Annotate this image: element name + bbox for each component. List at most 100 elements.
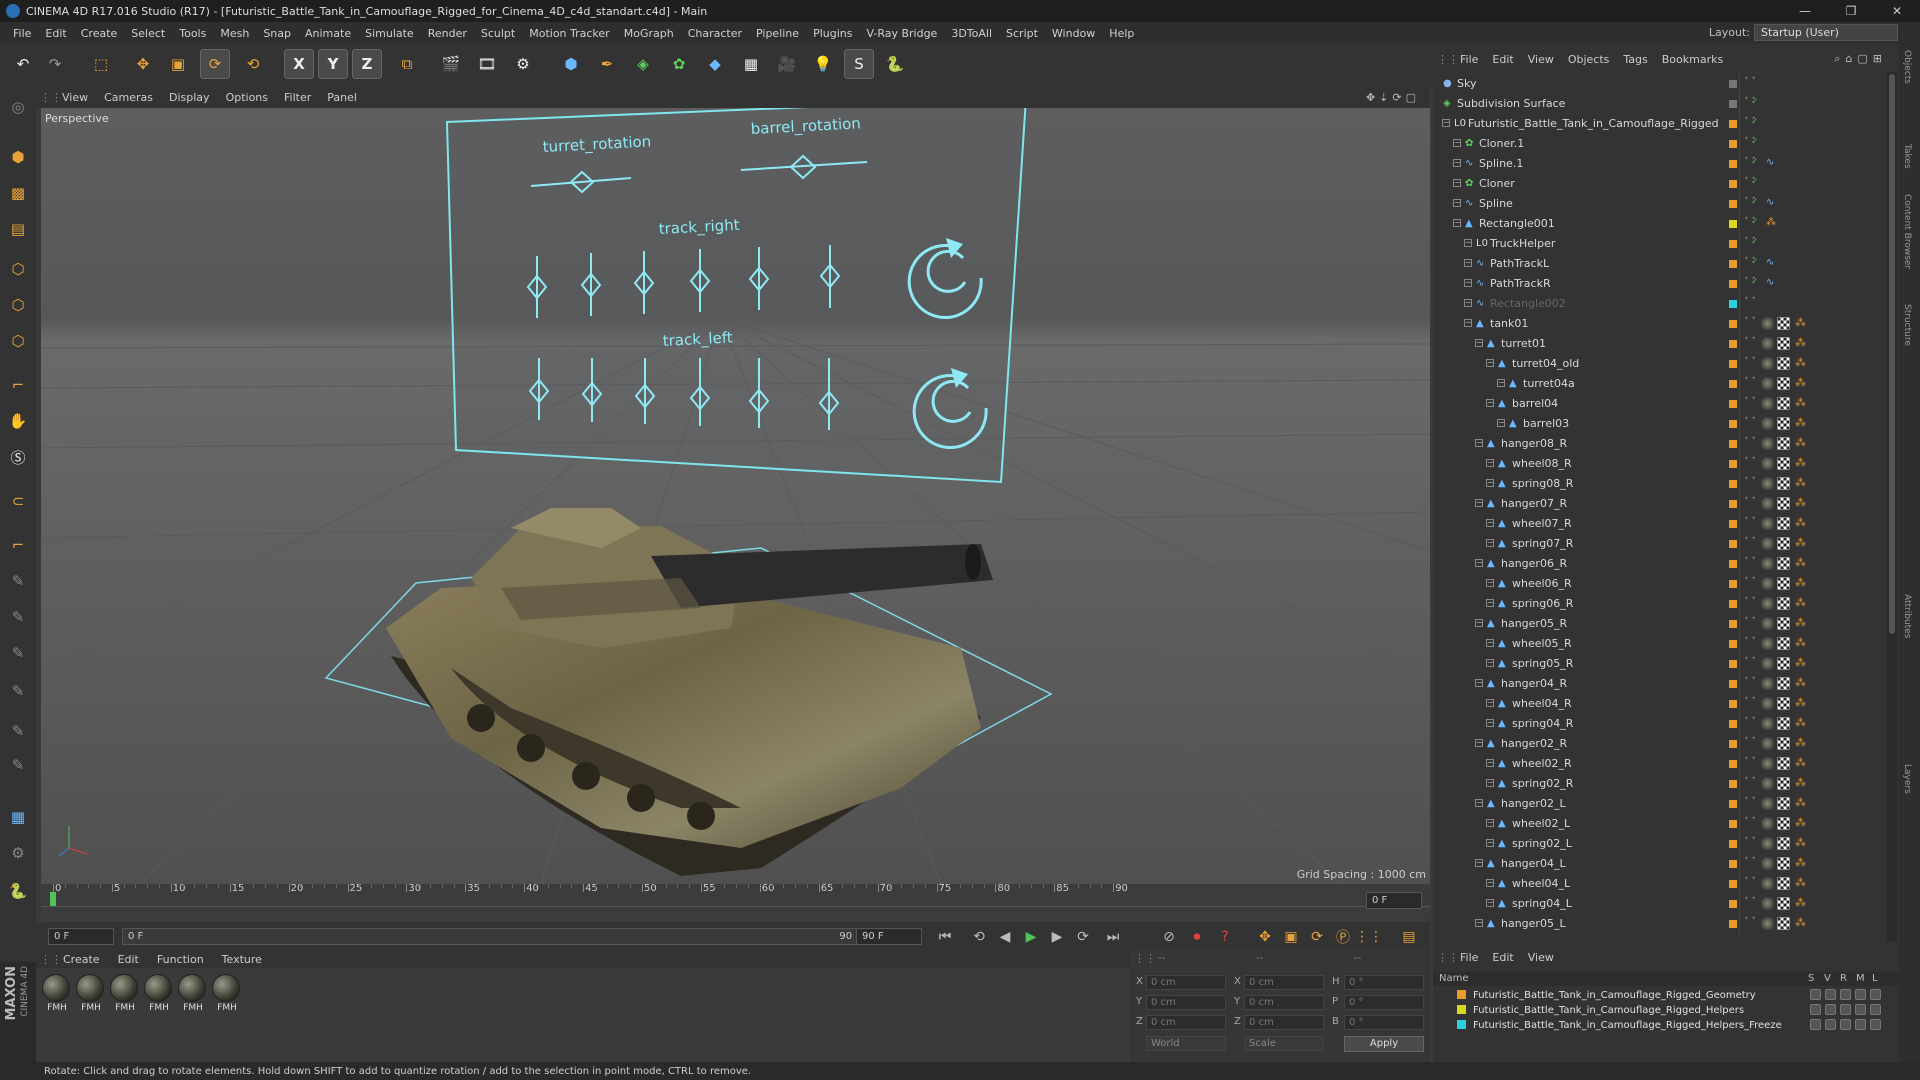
enabled-check-icon[interactable]: ✓ <box>1751 177 1759 187</box>
object-name[interactable]: spring04_L <box>1512 897 1572 910</box>
material-tag-icon[interactable] <box>1761 837 1774 850</box>
expand-toggle-icon[interactable]: − <box>1486 899 1494 907</box>
object-name[interactable]: wheel02_L <box>1512 817 1570 830</box>
layer-view-toggle[interactable] <box>1825 1004 1836 1015</box>
object-menu-objects[interactable]: Objects <box>1561 53 1617 66</box>
material-tag-icon[interactable] <box>1761 577 1774 590</box>
layer-color-chip[interactable] <box>1729 920 1737 928</box>
expand-toggle-icon[interactable]: − <box>1486 839 1494 847</box>
object-name[interactable]: hanger04_L <box>1501 857 1566 870</box>
layer-manager-toggle[interactable] <box>1855 989 1866 1000</box>
selection-tag-icon[interactable]: ⁂ <box>1795 376 1806 389</box>
visibility-dots-icon[interactable]: • • <box>1744 434 1756 443</box>
key-scale-icon[interactable]: ▣ <box>1280 926 1302 948</box>
expand-toggle-icon[interactable]: − <box>1486 759 1494 767</box>
layer-color-chip[interactable] <box>1729 260 1737 268</box>
texture-tag-icon[interactable] <box>1777 677 1790 690</box>
expand-toggle-icon[interactable]: − <box>1486 479 1494 487</box>
menu-create[interactable]: Create <box>74 27 125 40</box>
timeline-window-icon[interactable]: ▤ <box>1398 926 1420 948</box>
object-name[interactable]: Futuristic_Battle_Tank_in_Camouflage_Rig… <box>1468 117 1719 130</box>
layer-color-chip[interactable] <box>1729 200 1737 208</box>
layer-color-chip[interactable] <box>1729 500 1737 508</box>
texture-tag-icon[interactable] <box>1777 597 1790 610</box>
object-row[interactable]: − ∿ Rectangle002 • • <box>1433 294 1887 314</box>
rotate-icon[interactable]: ⟳ <box>200 49 230 79</box>
material-menu-texture[interactable]: Texture <box>213 953 271 966</box>
layer-color-chip[interactable] <box>1729 880 1737 888</box>
layer-render-toggle[interactable] <box>1840 989 1851 1000</box>
selection-tag-icon[interactable]: ⁂ <box>1795 616 1806 629</box>
layer-color-chip[interactable] <box>1729 780 1737 788</box>
menu-tools[interactable]: Tools <box>172 27 213 40</box>
object-row[interactable]: − ▲ spring04_L • • ⁂ <box>1433 894 1887 914</box>
object-row[interactable]: − ▲ hanger05_L • • ⁂ <box>1433 914 1887 934</box>
visibility-dots-icon[interactable]: • • <box>1744 714 1756 723</box>
visibility-dots-icon[interactable]: • • <box>1744 754 1756 763</box>
texture-tag-icon[interactable] <box>1777 317 1790 330</box>
selection-tag-icon[interactable]: ⁂ <box>1795 316 1806 329</box>
expand-toggle-icon[interactable]: − <box>1486 719 1494 727</box>
object-row[interactable]: − ▲ spring08_R • • ⁂ <box>1433 474 1887 494</box>
expand-toggle-icon[interactable]: − <box>1453 219 1461 227</box>
layer-name[interactable]: Futuristic_Battle_Tank_in_Camouflage_Rig… <box>1473 1020 1782 1031</box>
coord-pos-field[interactable]: 0 cm <box>1146 1015 1226 1030</box>
object-list-scroll-thumb[interactable] <box>1889 74 1895 634</box>
expand-toggle-icon[interactable]: − <box>1486 539 1494 547</box>
expand-toggle-icon[interactable]: − <box>1486 579 1494 587</box>
expand-toggle-icon[interactable]: − <box>1464 259 1472 267</box>
spline-tag-icon[interactable]: ∿ <box>1766 277 1774 288</box>
coord-rot-field[interactable]: 0 ° <box>1344 975 1424 990</box>
selection-tag-icon[interactable]: ⁂ <box>1795 876 1806 889</box>
object-row[interactable]: − ▲ spring02_L • • ⁂ <box>1433 834 1887 854</box>
visibility-dots-icon[interactable]: • • <box>1744 354 1756 363</box>
layer-lock-toggle[interactable] <box>1870 1004 1881 1015</box>
visibility-dots-icon[interactable]: • • <box>1744 514 1756 523</box>
viewport-menu-display[interactable]: Display <box>161 91 218 104</box>
selection-tag-icon[interactable]: ⁂ <box>1795 896 1806 909</box>
side-tab-objects[interactable]: Objects <box>1902 50 1912 84</box>
layer-menu-view[interactable]: View <box>1521 951 1561 964</box>
python-icon[interactable]: 🐍 <box>880 49 910 79</box>
material-tag-icon[interactable] <box>1761 877 1774 890</box>
texture-tag-icon[interactable] <box>1777 837 1790 850</box>
object-row[interactable]: − ▲ wheel02_L • • ⁂ <box>1433 814 1887 834</box>
end-frame-field[interactable]: 90 F <box>856 928 922 945</box>
expand-toggle-icon[interactable]: − <box>1475 919 1483 927</box>
selection-tag-icon[interactable]: ⁂ <box>1795 356 1806 369</box>
object-row[interactable]: − ▲ barrel03 • • ⁂ <box>1433 414 1887 434</box>
enabled-check-icon[interactable]: ✓ <box>1751 97 1759 107</box>
make-editable-icon[interactable]: ◎ <box>3 92 33 122</box>
expand-toggle-icon[interactable]: − <box>1475 859 1483 867</box>
script-icon[interactable]: S <box>844 49 874 79</box>
brush-r-icon[interactable]: ✎ <box>3 602 33 632</box>
object-name[interactable]: Spline.1 <box>1479 157 1523 170</box>
selection-tag-icon[interactable]: ⁂ <box>1795 696 1806 709</box>
material-tag-icon[interactable] <box>1761 557 1774 570</box>
expand-toggle-icon[interactable]: − <box>1475 679 1483 687</box>
layer-color-chip[interactable] <box>1729 160 1737 168</box>
texture-tag-icon[interactable] <box>1777 857 1790 870</box>
visibility-dots-icon[interactable]: • • <box>1744 854 1756 863</box>
menu-pipeline[interactable]: Pipeline <box>749 27 806 40</box>
autokey-icon[interactable]: ? <box>1214 926 1236 948</box>
spline-tag-icon[interactable]: ∿ <box>1766 257 1774 268</box>
expand-toggle-icon[interactable]: − <box>1453 159 1461 167</box>
texture-tag-icon[interactable] <box>1777 697 1790 710</box>
texture-tag-icon[interactable] <box>1777 437 1790 450</box>
layer-color-chip[interactable] <box>1729 480 1737 488</box>
layer-lock-toggle[interactable] <box>1870 1019 1881 1030</box>
object-name[interactable]: wheel04_R <box>1512 697 1572 710</box>
layer-color-chip[interactable] <box>1729 580 1737 588</box>
object-row[interactable]: − ▲ wheel07_R • • ⁂ <box>1433 514 1887 534</box>
layer-color-chip[interactable] <box>1729 220 1737 228</box>
object-menu-bookmarks[interactable]: Bookmarks <box>1655 53 1730 66</box>
object-name[interactable]: hanger02_L <box>1501 797 1566 810</box>
material-tag-icon[interactable] <box>1761 617 1774 630</box>
object-menu-edit[interactable]: Edit <box>1485 53 1520 66</box>
object-name[interactable]: hanger06_R <box>1501 557 1567 570</box>
visibility-dots-icon[interactable]: • • <box>1744 414 1756 423</box>
selection-tag-icon[interactable]: ⁂ <box>1795 776 1806 789</box>
expand-toggle-icon[interactable]: − <box>1486 779 1494 787</box>
layer-menu-edit[interactable]: Edit <box>1485 951 1520 964</box>
